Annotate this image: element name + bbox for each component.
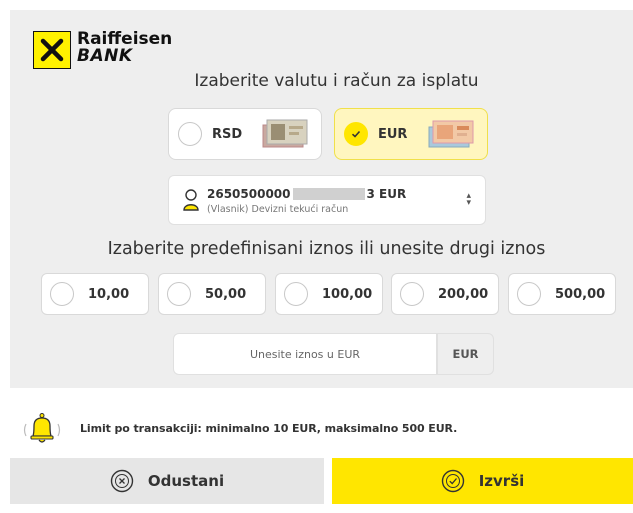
currency-option-eur[interactable]: EUR — [334, 108, 488, 160]
radio-unchecked-icon[interactable] — [400, 282, 424, 306]
amount-option[interactable]: 100,00 — [275, 273, 383, 315]
currency-label-eur: EUR — [378, 126, 408, 142]
banknote-rsd-icon — [262, 119, 308, 148]
cancel-label: Odustani — [147, 472, 225, 490]
close-circle-icon — [110, 469, 134, 493]
user-icon — [183, 189, 199, 211]
confirm-label: Izvrši — [478, 472, 525, 490]
amount-currency-suffix: EUR — [437, 333, 494, 375]
radio-checked-icon[interactable] — [344, 122, 368, 146]
bell-icon — [23, 413, 61, 443]
chevron-up-down-icon[interactable]: ▴ ▾ — [466, 192, 471, 208]
currency-heading: Izaberite valutu i račun za isplatu — [194, 71, 479, 91]
amount-label: 50,00 — [205, 286, 247, 302]
currency-label-rsd: RSD — [212, 126, 243, 142]
cancel-button[interactable]: Odustani — [10, 458, 324, 504]
amount-option[interactable]: 500,00 — [508, 273, 616, 315]
check-circle-icon — [441, 469, 465, 493]
limit-text: Limit po transakciji: minimalno 10 EUR, … — [80, 421, 458, 435]
radio-unchecked-icon[interactable] — [517, 282, 541, 306]
confirm-button[interactable]: Izvrši — [332, 458, 633, 504]
amount-label: 200,00 — [438, 286, 489, 302]
masked-digits — [292, 188, 365, 200]
account-selector[interactable]: 2650500000 3 EUR (Vlasnik) Devizni tekući… — [168, 175, 486, 225]
amount-option[interactable]: 10,00 — [41, 273, 149, 315]
radio-unchecked-icon[interactable] — [167, 282, 191, 306]
raiffeisen-emblem-icon — [33, 31, 71, 69]
account-number: 2650500000 3 EUR — [207, 187, 407, 201]
banknote-eur-icon — [428, 120, 474, 148]
radio-unchecked-icon[interactable] — [50, 282, 74, 306]
amount-option[interactable]: 50,00 — [158, 273, 266, 315]
amount-label: 100,00 — [322, 286, 373, 302]
amount-option[interactable]: 200,00 — [391, 273, 499, 315]
account-type: (Vlasnik) Devizni tekući račun — [207, 204, 349, 215]
amount-heading: Izaberite predefinisani iznos ili unesit… — [107, 239, 546, 259]
amount-input[interactable] — [173, 333, 437, 375]
currency-option-rsd[interactable]: RSD — [168, 108, 322, 160]
limit-notice: Limit po transakciji: minimalno 10 EUR, … — [20, 411, 457, 445]
amount-label: 500,00 — [555, 286, 606, 302]
amount-label: 10,00 — [88, 286, 130, 302]
raiffeisen-logo: Raiffeisen BANK — [33, 31, 172, 69]
logo-line2: BANK — [77, 46, 133, 66]
radio-unchecked-icon[interactable] — [178, 122, 202, 146]
radio-unchecked-icon[interactable] — [284, 282, 308, 306]
